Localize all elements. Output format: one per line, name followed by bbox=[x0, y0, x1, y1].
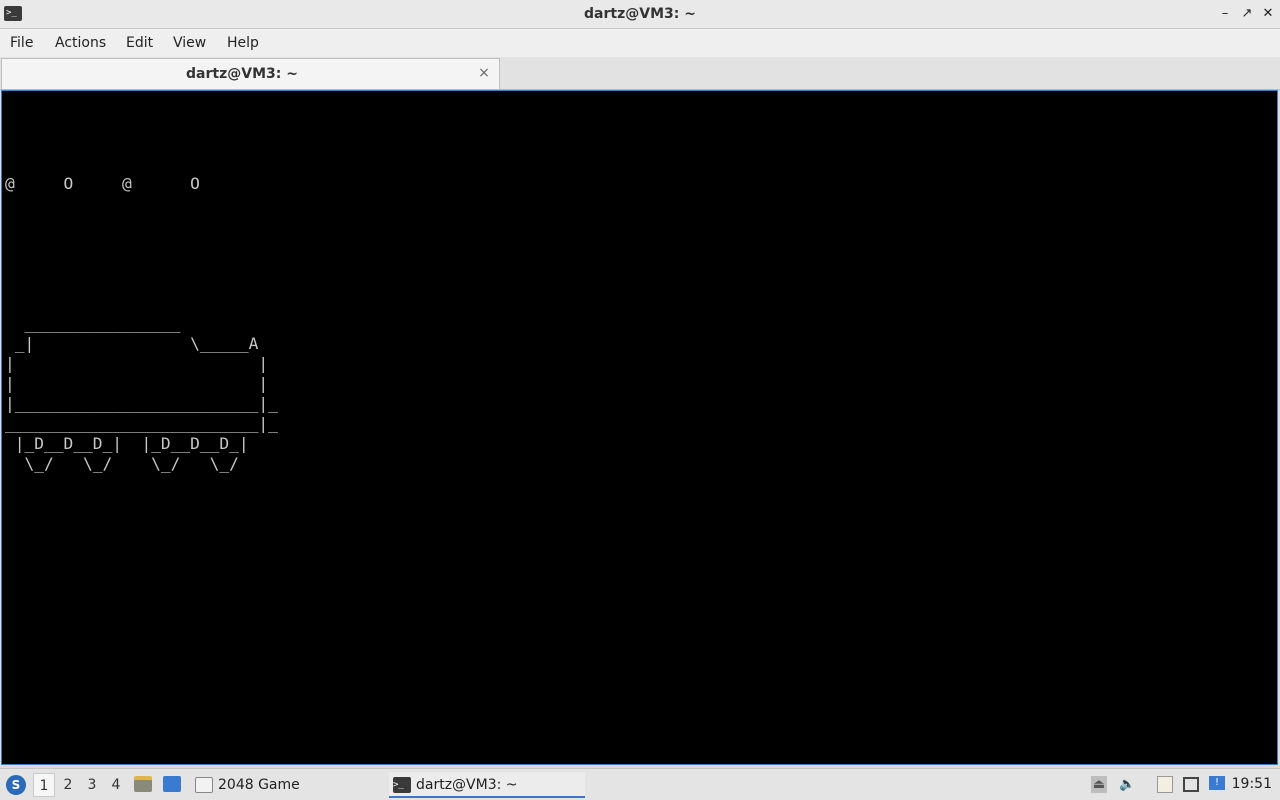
clipboard-icon[interactable] bbox=[1157, 776, 1173, 793]
desktop-3-button[interactable]: 3 bbox=[81, 773, 103, 797]
tab-close-icon[interactable]: × bbox=[477, 65, 491, 81]
clock[interactable]: 19:51 bbox=[1232, 769, 1272, 800]
desktop-4-button[interactable]: 4 bbox=[105, 773, 127, 797]
menu-edit[interactable]: Edit bbox=[126, 29, 153, 57]
tab-strip: dartz@VM3: ~ × bbox=[0, 57, 1280, 90]
terminal-icon: >_ bbox=[393, 777, 411, 793]
menu-file[interactable]: File bbox=[10, 29, 33, 57]
tab-label: dartz@VM3: ~ bbox=[186, 66, 298, 82]
desktop-2-button[interactable]: 2 bbox=[57, 773, 79, 797]
network-icon[interactable] bbox=[1183, 777, 1199, 792]
menu-actions[interactable]: Actions bbox=[55, 29, 106, 57]
update-notifier-icon[interactable]: ! bbox=[1209, 776, 1225, 790]
show-desktop-icon[interactable] bbox=[163, 776, 181, 792]
task-2048-game[interactable]: 2048 Game bbox=[191, 772, 381, 798]
minimize-icon[interactable]: – bbox=[1217, 6, 1233, 22]
terminal-output: @ O @ O ________________ _| \_____A | | … bbox=[5, 174, 278, 473]
file-manager-icon[interactable] bbox=[134, 776, 152, 792]
task-terminal[interactable]: >_ dartz@VM3: ~ bbox=[389, 772, 585, 798]
window-titlebar[interactable]: >_ dartz@VM3: ~ – ↗ ✕ bbox=[0, 0, 1280, 29]
terminal-view[interactable]: @ O @ O ________________ _| \_____A | | … bbox=[1, 90, 1278, 765]
tab-terminal[interactable]: dartz@VM3: ~ × bbox=[1, 58, 500, 89]
start-menu-icon[interactable]: S bbox=[6, 775, 26, 795]
task-label: dartz@VM3: ~ bbox=[416, 777, 518, 793]
window-icon bbox=[195, 777, 213, 793]
eject-icon[interactable]: ⏏ bbox=[1091, 776, 1107, 793]
taskbar: S 1 2 3 4 2048 Game >_ dartz@VM3: ~ ⏏ 🔈 … bbox=[0, 768, 1280, 800]
menu-bar: File Actions Edit View Help bbox=[0, 29, 1280, 57]
maximize-icon[interactable]: ↗ bbox=[1239, 6, 1255, 22]
menu-view[interactable]: View bbox=[173, 29, 206, 57]
menu-help[interactable]: Help bbox=[227, 29, 259, 57]
task-label: 2048 Game bbox=[218, 777, 300, 793]
desktop-1-button[interactable]: 1 bbox=[33, 773, 55, 797]
window-title: dartz@VM3: ~ bbox=[584, 6, 696, 22]
volume-icon[interactable]: 🔈 bbox=[1119, 776, 1135, 793]
close-icon[interactable]: ✕ bbox=[1260, 6, 1276, 22]
